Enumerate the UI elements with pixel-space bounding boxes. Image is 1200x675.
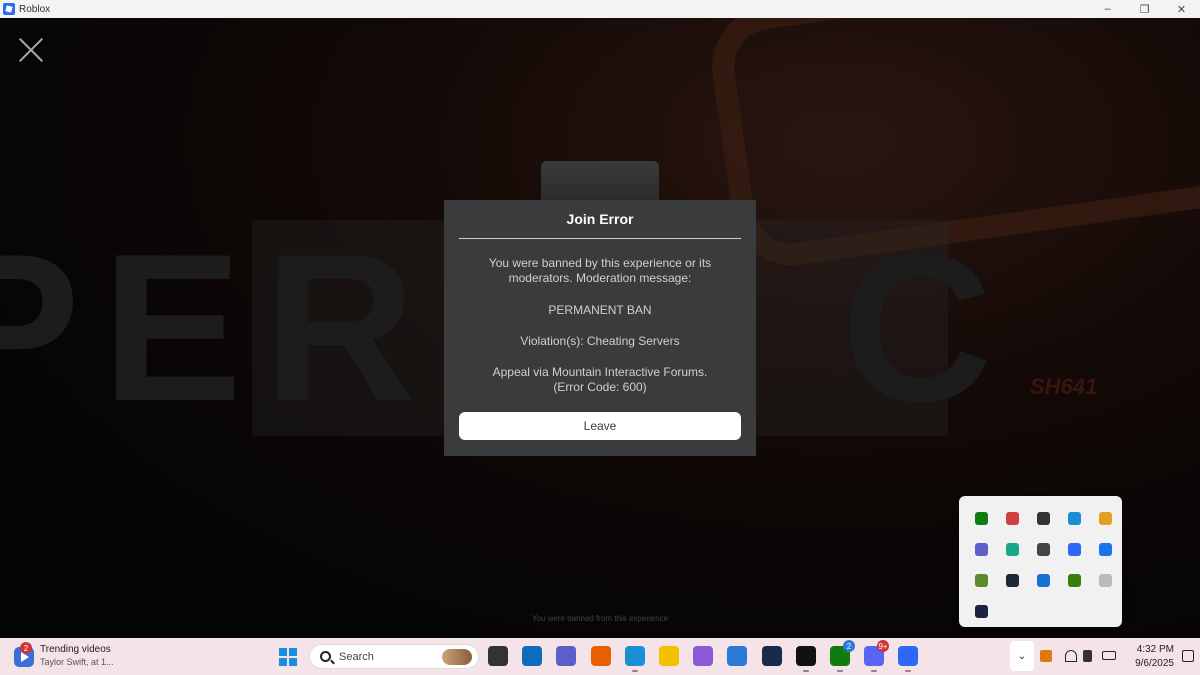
window-controls: – ❐ ✕: [1089, 0, 1200, 18]
clock[interactable]: 4:32 PM 9/6/2025: [1124, 643, 1174, 671]
dialog-divider: [459, 238, 741, 239]
running-indicator: [803, 670, 809, 672]
search-highlight-icon: [442, 649, 472, 665]
minimize-button[interactable]: –: [1089, 0, 1126, 18]
pin-icon: [1037, 512, 1050, 525]
notification-icon[interactable]: [1182, 650, 1194, 662]
xbox-taskbar-icon[interactable]: 2: [830, 640, 855, 672]
search-label: Search: [339, 650, 374, 663]
device-icon: [1099, 574, 1112, 587]
teams-taskbar-icon[interactable]: [556, 646, 576, 666]
window-titlebar: Roblox – ❐ ✕: [0, 0, 1200, 18]
app-badge: 2: [843, 640, 855, 652]
tray-icon-cell[interactable]: [966, 596, 997, 627]
error-code: (Error Code: 600): [553, 380, 647, 394]
ban-type: PERMANENT BAN: [548, 303, 652, 317]
app-dark-icon: [975, 605, 988, 618]
tray-icon-cell[interactable]: [1090, 534, 1121, 565]
search-icon: [320, 651, 331, 662]
defender-icon: [1037, 574, 1050, 587]
tray-icon-cell[interactable]: [966, 534, 997, 565]
store-icon[interactable]: [727, 646, 747, 666]
clock-date: 9/6/2025: [1135, 658, 1174, 669]
tray-icon-grid: [966, 503, 1121, 627]
discord-icon[interactable]: 9+: [864, 640, 889, 672]
tray-icon-cell[interactable]: [1059, 503, 1090, 534]
running-indicator: [632, 670, 638, 672]
pc-manager-icon[interactable]: [693, 646, 713, 666]
tray-icon-cell[interactable]: [997, 503, 1028, 534]
edge-taskbar-icon[interactable]: [625, 646, 645, 672]
roblox-icon[interactable]: [898, 646, 918, 672]
sync-icon[interactable]: [1040, 650, 1052, 662]
tray-overflow-panel: [959, 496, 1122, 627]
steam-icon: [1006, 574, 1019, 587]
tray-icon-cell[interactable]: [1090, 503, 1121, 534]
taskbar: 2 Trending videos Taylor Swift, at 1... …: [0, 638, 1200, 675]
tray-icon-cell[interactable]: [1028, 565, 1059, 596]
volume-icon[interactable]: [1083, 650, 1092, 662]
background-tag: SH641: [1030, 374, 1098, 399]
epic-app-icon[interactable]: [796, 646, 816, 672]
tray-icon-cell[interactable]: [1090, 565, 1121, 596]
close-icon[interactable]: [18, 36, 46, 64]
taskview-icon[interactable]: [488, 646, 508, 666]
tray-icon-cell[interactable]: [1059, 534, 1090, 565]
start-button[interactable]: [279, 648, 297, 666]
firefox-icon[interactable]: [591, 646, 611, 666]
widgets-button[interactable]: 2 Trending videos Taylor Swift, at 1...: [14, 642, 114, 668]
join-error-dialog: Join Error You were banned by this exper…: [444, 200, 756, 456]
outlook-icon[interactable]: [522, 646, 542, 666]
tray-icon-cell[interactable]: [966, 565, 997, 596]
bluetooth-icon: [1099, 543, 1112, 556]
taskbar-search[interactable]: Search: [309, 644, 479, 669]
widget-subtitle: Taylor Swift, at 1...: [40, 657, 114, 667]
running-indicator: [871, 670, 877, 672]
tray-icon-cell[interactable]: [1028, 534, 1059, 565]
violation-text: Violation(s): Cheating Servers: [520, 334, 680, 348]
widget-title: Trending videos: [40, 644, 111, 655]
tray-icon-cell[interactable]: [997, 534, 1028, 565]
file-explorer-icon[interactable]: [659, 646, 679, 666]
screen-icon: [1006, 543, 1019, 556]
battery-icon[interactable]: [1102, 651, 1116, 660]
discord-tray-icon: [1006, 512, 1019, 525]
xbox-icon: [975, 512, 988, 525]
bowtie-icon: [1099, 512, 1112, 525]
appeal-text: Appeal via Mountain Interactive Forums.: [492, 365, 708, 379]
nvidia-icon: [1068, 574, 1081, 587]
close-window-button[interactable]: ✕: [1163, 0, 1200, 18]
show-hidden-icons-button[interactable]: ⌄: [1010, 641, 1034, 671]
tray-icon-cell[interactable]: [1028, 503, 1059, 534]
g-app-icon: [1068, 543, 1081, 556]
cloud-off-icon: [1037, 543, 1050, 556]
minecraft-icon: [975, 574, 988, 587]
app-badge: 9+: [877, 640, 889, 652]
restore-button[interactable]: ❐: [1126, 0, 1163, 18]
dialog-title: Join Error: [566, 211, 634, 227]
video-icon: 2: [14, 642, 34, 667]
wifi-icon[interactable]: [1065, 650, 1077, 662]
edge-icon: [1068, 512, 1081, 525]
leave-button[interactable]: Leave: [459, 412, 741, 440]
teams-icon: [975, 543, 988, 556]
roblox-app-icon: [3, 3, 15, 15]
running-indicator: [905, 670, 911, 672]
tray-icon-cell[interactable]: [966, 503, 997, 534]
window-title: Roblox: [19, 3, 51, 15]
widget-badge: 2: [20, 642, 32, 654]
app-m-icon[interactable]: [762, 646, 782, 666]
clock-time: 4:32 PM: [1136, 644, 1174, 655]
running-indicator: [837, 670, 843, 672]
tray-icon-cell[interactable]: [997, 565, 1028, 596]
tray-icon-cell[interactable]: [1059, 565, 1090, 596]
ban-message: You were banned by this experience or it…: [488, 256, 712, 285]
